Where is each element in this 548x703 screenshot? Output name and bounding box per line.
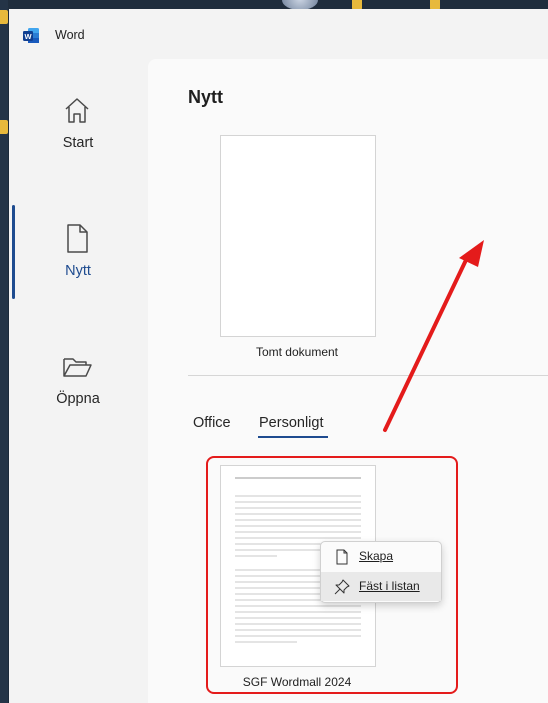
desktop-background-top xyxy=(0,0,548,9)
nav-item-label: Start xyxy=(62,135,94,151)
menu-item-label: Skapa xyxy=(359,549,394,563)
menu-item-create[interactable]: Skapa xyxy=(321,542,441,571)
new-document-pane: Nytt Tomt dokument Office Personligt SGF… xyxy=(148,59,548,703)
section-divider xyxy=(188,375,548,376)
context-menu: Skapa Fäst i listan xyxy=(320,541,442,603)
home-icon xyxy=(65,98,89,123)
page-title: Nytt xyxy=(188,87,223,107)
desktop-background-left xyxy=(0,0,8,703)
nav-item-label: Nytt xyxy=(65,263,91,279)
pin-icon xyxy=(334,579,350,595)
nav-item-new[interactable]: Nytt xyxy=(9,223,147,303)
blank-document-label[interactable]: Tomt dokument xyxy=(220,345,374,359)
tab-selected-underline xyxy=(258,436,328,438)
menu-item-pin[interactable]: Fäst i listan xyxy=(321,572,441,601)
word-window: W Word Start Nytt Öppna Nytt Tomt dokume… xyxy=(9,9,548,703)
tab-personal[interactable]: Personligt xyxy=(259,415,323,431)
folder-open-icon xyxy=(63,358,92,377)
svg-text:W: W xyxy=(24,32,32,41)
desktop-folder-icon xyxy=(0,10,8,24)
nav-item-open[interactable]: Öppna xyxy=(9,351,147,431)
title-bar: W Word xyxy=(9,9,548,59)
menu-item-label: Fäst i listan xyxy=(359,579,420,593)
desktop-folder-icon xyxy=(0,120,8,134)
new-document-icon xyxy=(67,224,88,253)
word-logo-icon: W xyxy=(23,28,39,43)
app-title: Word xyxy=(55,28,85,42)
document-icon xyxy=(336,549,348,565)
tab-office[interactable]: Office xyxy=(193,415,231,431)
blank-document-thumbnail[interactable] xyxy=(220,135,376,337)
nav-item-label: Öppna xyxy=(56,391,100,407)
nav-item-start[interactable]: Start xyxy=(9,95,147,175)
